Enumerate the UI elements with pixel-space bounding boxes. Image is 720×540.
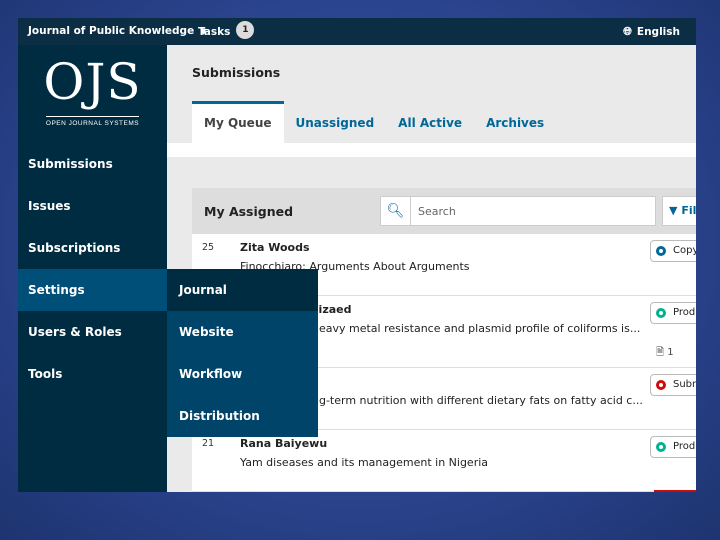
submenu-item-journal[interactable]: Journal (167, 269, 318, 311)
submenu-item-workflow[interactable]: Workflow (167, 353, 318, 395)
filters-button[interactable]: ▼ Fil (662, 196, 696, 226)
submission-id: 25 (202, 242, 215, 253)
sidebar: OJS OPEN JOURNAL SYSTEMS Submissions Iss… (18, 45, 167, 492)
submission-id: 21 (202, 438, 215, 449)
stage-circle-icon (656, 442, 666, 452)
stage-circle-icon (656, 380, 666, 390)
filter-icon: ▼ (669, 204, 678, 217)
submission-title: Yam diseases and its management in Niger… (240, 456, 489, 469)
ojs-logo[interactable]: OJS OPEN JOURNAL SYSTEMS (18, 55, 167, 130)
language-switcher[interactable]: 🌐︎ English (623, 25, 680, 39)
stage-badge[interactable]: Produ (650, 436, 696, 458)
sidebar-item-issues[interactable]: Issues (18, 185, 167, 227)
submenu-item-website[interactable]: Website (167, 311, 318, 353)
sidebar-item-tools[interactable]: Tools (18, 353, 167, 395)
search-icon: 🔍︎ (386, 203, 405, 219)
page-title: Submissions (192, 65, 281, 80)
sidebar-nav: Submissions Issues Subscriptions Setting… (18, 143, 167, 395)
stage-label: Copye (673, 245, 696, 256)
tab-all-active[interactable]: All Active (386, 101, 474, 143)
journal-switcher[interactable]: Journal of Public Knowledge ▼ (28, 25, 206, 37)
tabs: My Queue Unassigned All Active Archives (192, 101, 556, 143)
stage-badge[interactable]: Subm (650, 374, 696, 396)
stage-circle-icon (656, 308, 666, 318)
logo-mark: OJS (43, 53, 142, 111)
settings-submenu: Journal Website Workflow Distribution (167, 269, 318, 437)
search-button[interactable]: 🔍︎ (380, 196, 410, 226)
globe-icon: 🌐︎ (623, 25, 632, 38)
stage-circle-icon (656, 246, 666, 256)
file-icon: 🗎︎ (656, 347, 665, 358)
files-indicator[interactable]: 🗎︎ 1 (656, 345, 674, 362)
logo-subtitle: OPEN JOURNAL SYSTEMS (45, 116, 140, 127)
search-input[interactable] (410, 196, 656, 226)
stage-label: Produ (673, 307, 696, 318)
files-count: 1 (667, 347, 674, 358)
submission-author: Zita Woods (240, 241, 310, 254)
stage-label: Subm (673, 379, 696, 390)
tab-panel-top (167, 143, 696, 157)
panel-title: My Assigned (204, 204, 294, 219)
submission-author: Rana Baiyewu (240, 437, 328, 450)
language-label: English (636, 26, 680, 38)
submission-row[interactable]: 21 Rana Baiyewu Yam diseases and its man… (192, 430, 696, 492)
submission-title: ng-term nutrition with different dietary… (312, 394, 643, 407)
tasks-count-badge: 1 (236, 21, 255, 39)
sidebar-item-submissions[interactable]: Submissions (18, 143, 167, 185)
ojs-window: Journal of Public Knowledge ▼ Tasks 1 🌐︎… (18, 18, 696, 492)
panel-header: My Assigned 🔍︎ ▼ Fil (192, 188, 696, 234)
top-bar: Journal of Public Knowledge ▼ Tasks 1 🌐︎… (18, 18, 696, 45)
submission-title: heavy metal resistance and plasmid profi… (312, 322, 641, 335)
stage-badge[interactable]: Copye (650, 240, 696, 262)
sidebar-item-subscriptions[interactable]: Subscriptions (18, 227, 167, 269)
tasks-button[interactable]: Tasks 1 (198, 21, 255, 39)
tab-archives[interactable]: Archives (474, 101, 556, 143)
stage-label: Produ (673, 441, 696, 452)
sidebar-item-users-roles[interactable]: Users & Roles (18, 311, 167, 353)
tasks-label: Tasks (198, 26, 231, 38)
tab-unassigned[interactable]: Unassigned (284, 101, 387, 143)
journal-name: Journal of Public Knowledge (28, 25, 195, 37)
filters-label: Fil (681, 204, 696, 217)
submenu-item-distribution[interactable]: Distribution (167, 395, 318, 437)
next-row-edge (654, 490, 696, 492)
sidebar-item-settings[interactable]: Settings (18, 269, 167, 311)
stage-badge[interactable]: Produ (650, 302, 696, 324)
tab-my-queue[interactable]: My Queue (192, 101, 284, 143)
